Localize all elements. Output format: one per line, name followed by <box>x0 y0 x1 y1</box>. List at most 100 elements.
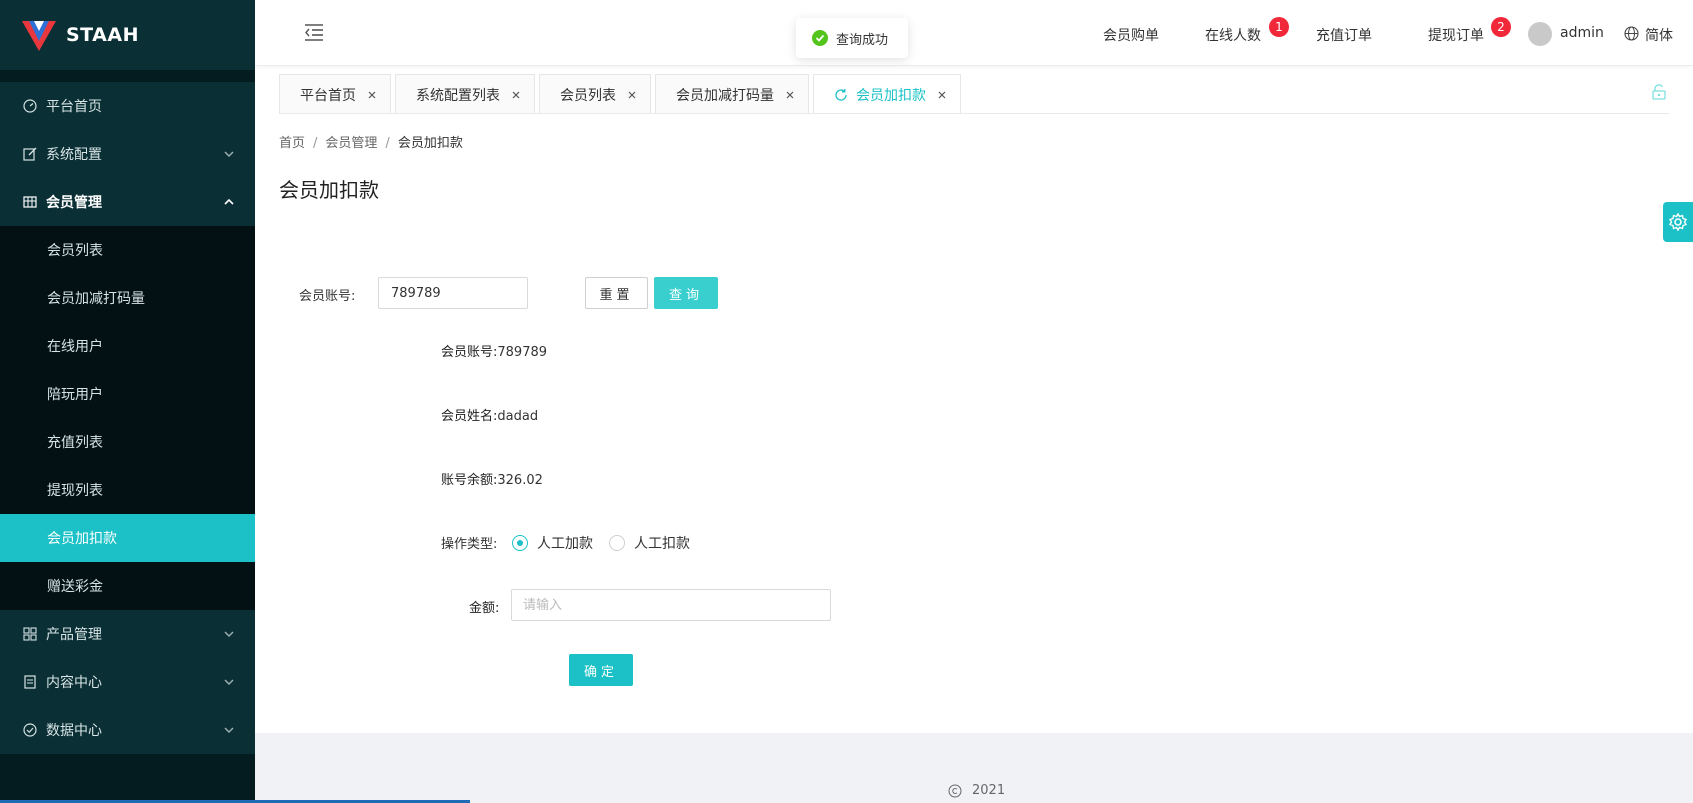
sidebar-item-content[interactable]: 内容中心 <box>0 658 255 706</box>
breadcrumb-current: 会员加扣款 <box>397 136 463 151</box>
chevron-down-icon <box>224 679 234 685</box>
close-icon[interactable] <box>510 89 522 101</box>
operation-type-radio-group: 人工加款 人工扣款 <box>512 533 706 553</box>
close-icon[interactable] <box>936 89 948 101</box>
breadcrumb-home[interactable]: 首页 <box>279 136 305 151</box>
edit-icon <box>22 146 38 162</box>
tab-label: 会员加减打码量 <box>676 87 774 104</box>
radio-manual-add[interactable] <box>512 535 528 551</box>
recharge-orders-link[interactable]: 充值订单 <box>1316 25 1372 45</box>
tab-member-adjust[interactable]: 会员加扣款 <box>813 74 961 114</box>
tabs-divider <box>279 113 1669 114</box>
name-label: 会员姓名: <box>441 409 498 424</box>
sidebar-item-label: 内容中心 <box>46 675 102 691</box>
confirm-button[interactable]: 确定 <box>569 654 633 686</box>
sidebar-subitem-withdraw-list[interactable]: 提现列表 <box>0 466 255 514</box>
online-count-link[interactable]: 在线人数 <box>1205 25 1261 45</box>
member-sub-menu: 会员列表 会员加减打码量 在线用户 陪玩用户 充值列表 提现列表 会员加扣款 赠… <box>0 226 255 610</box>
sidebar-subitem-member-coding[interactable]: 会员加减打码量 <box>0 274 255 322</box>
close-icon[interactable] <box>784 89 796 101</box>
sidebar: STAAH 平台首页 系统配置 会员管理 会员列表 会员加减打码量 在线用户 陪… <box>0 0 255 803</box>
balance-label: 账号余额: <box>441 473 498 488</box>
tab-home[interactable]: 平台首页 <box>279 74 391 114</box>
grid-icon <box>22 626 38 642</box>
member-orders-link[interactable]: 会员购单 <box>1103 25 1159 45</box>
tab-label: 会员列表 <box>560 87 616 104</box>
radio-manual-deduct-label[interactable]: 人工扣款 <box>634 533 690 553</box>
dashboard-icon <box>22 98 38 114</box>
menu-fold-icon[interactable] <box>303 22 325 42</box>
balance-row: 账号余额:326.02 <box>441 469 543 488</box>
settings-drawer-button[interactable] <box>1663 202 1693 242</box>
tab-bar: 平台首页 系统配置列表 会员列表 会员加减打码量 会员加扣款 <box>279 74 965 114</box>
toast-message: 查询成功 <box>836 32 889 48</box>
tab-system-config-list[interactable]: 系统配置列表 <box>395 74 535 114</box>
withdraw-orders-link[interactable]: 提现订单 <box>1428 25 1484 45</box>
chevron-down-icon <box>224 151 234 157</box>
withdraw-orders-badge: 2 <box>1491 17 1511 37</box>
table-icon <box>22 194 38 210</box>
logo-icon <box>22 21 56 51</box>
sidebar-item-label: 数据中心 <box>46 723 102 739</box>
amount-input[interactable] <box>511 589 831 621</box>
sidebar-item-system-config[interactable]: 系统配置 <box>0 130 255 178</box>
sidebar-item-products[interactable]: 产品管理 <box>0 610 255 658</box>
tab-label: 系统配置列表 <box>416 87 500 104</box>
sidebar-menu: 平台首页 系统配置 会员管理 会员列表 会员加减打码量 在线用户 陪玩用户 充值… <box>0 82 255 754</box>
tab-label: 会员加扣款 <box>856 87 926 104</box>
account-label: 会员账号: <box>441 345 498 360</box>
sidebar-subitem-member-adjust[interactable]: 会员加扣款 <box>0 514 255 562</box>
refresh-icon[interactable] <box>834 88 848 102</box>
avatar[interactable] <box>1528 22 1552 46</box>
sidebar-subitem-companion-users[interactable]: 陪玩用户 <box>0 370 255 418</box>
tab-member-list[interactable]: 会员列表 <box>539 74 651 114</box>
chevron-up-icon <box>224 198 234 205</box>
radio-manual-deduct[interactable] <box>609 535 625 551</box>
footer-year: 2021 <box>972 783 1006 798</box>
search-account-input[interactable] <box>378 277 528 309</box>
check-circle-icon <box>22 722 38 738</box>
reset-button[interactable]: 重置 <box>585 277 648 309</box>
success-toast: 查询成功 <box>796 18 908 58</box>
balance-value: 326.02 <box>497 473 543 488</box>
query-button[interactable]: 查询 <box>654 277 718 309</box>
tab-label: 平台首页 <box>300 87 356 104</box>
breadcrumb-section[interactable]: 会员管理 <box>325 136 377 151</box>
sidebar-subitem-member-list[interactable]: 会员列表 <box>0 226 255 274</box>
brand: STAAH <box>0 0 255 70</box>
radio-manual-add-label[interactable]: 人工加款 <box>537 533 593 553</box>
sidebar-item-data[interactable]: 数据中心 <box>0 706 255 754</box>
sidebar-subitem-online-users[interactable]: 在线用户 <box>0 322 255 370</box>
chevron-down-icon <box>224 727 234 733</box>
sidebar-item-label: 系统配置 <box>46 147 102 163</box>
unlock-icon[interactable] <box>1652 84 1666 100</box>
sidebar-subitem-recharge-list[interactable]: 充值列表 <box>0 418 255 466</box>
name-row: 会员姓名:dadad <box>441 405 538 424</box>
account-row: 会员账号:789789 <box>441 341 547 360</box>
language-switch[interactable]: 简体 <box>1645 25 1673 45</box>
gear-icon <box>1668 212 1688 232</box>
username[interactable]: admin <box>1560 25 1604 41</box>
sidebar-item-home[interactable]: 平台首页 <box>0 82 255 130</box>
close-icon[interactable] <box>366 89 378 101</box>
sidebar-item-member-management[interactable]: 会员管理 <box>0 178 255 226</box>
tab-member-coding[interactable]: 会员加减打码量 <box>655 74 809 114</box>
online-count-badge: 1 <box>1269 17 1289 37</box>
name-value: dadad <box>497 409 539 424</box>
sidebar-item-label: 平台首页 <box>46 99 102 115</box>
success-check-icon <box>812 30 828 46</box>
breadcrumb: 首页 / 会员管理 / 会员加扣款 <box>279 136 463 151</box>
amount-label: 金额: <box>469 601 500 616</box>
document-icon <box>22 674 38 690</box>
sidebar-item-label: 产品管理 <box>46 627 102 643</box>
top-header: 查询成功 会员购单 在线人数 1 充值订单 提现订单 2 admin 简体 <box>255 0 1693 66</box>
chevron-down-icon <box>224 631 234 637</box>
globe-icon[interactable] <box>1624 26 1639 41</box>
account-value: 789789 <box>497 345 548 360</box>
brand-name: STAAH <box>66 24 139 46</box>
footer-copyright: 2021 <box>948 783 1005 798</box>
sidebar-subitem-bonus[interactable]: 赠送彩金 <box>0 562 255 610</box>
copyright-icon <box>948 784 962 797</box>
close-icon[interactable] <box>626 89 638 101</box>
sidebar-item-label: 会员管理 <box>46 195 102 211</box>
